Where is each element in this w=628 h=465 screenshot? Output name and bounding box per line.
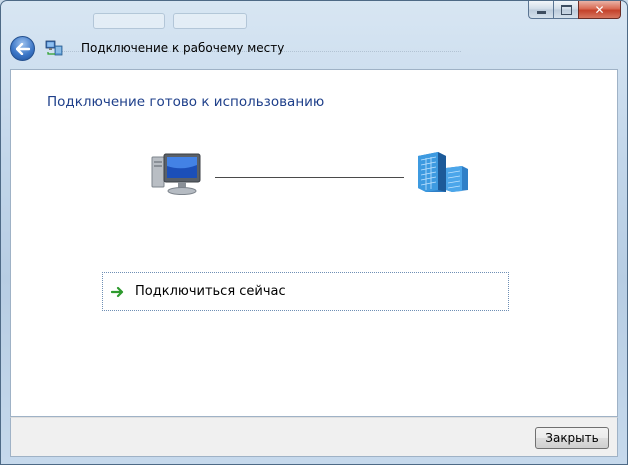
main-content: Подключение готово к использованию Подкл… <box>10 69 618 417</box>
connect-now-option[interactable]: Подключиться сейчас <box>102 272 509 311</box>
computer-icon <box>151 153 201 195</box>
close-button[interactable]: Закрыть <box>535 427 609 449</box>
green-arrow-icon <box>111 286 124 297</box>
minimize-button[interactable] <box>528 1 553 19</box>
maximize-icon <box>560 4 572 15</box>
back-arrow-icon <box>15 42 30 55</box>
back-button[interactable] <box>10 36 35 61</box>
network-connection-icon <box>45 40 63 56</box>
dialog-footer: Закрыть <box>10 417 618 457</box>
page-heading: Подключение готово к использованию <box>47 94 325 110</box>
maximize-button[interactable] <box>553 1 578 19</box>
close-window-button[interactable]: ✕ <box>578 1 621 19</box>
connect-now-label: Подключиться сейчас <box>135 284 286 299</box>
background-ghost-button <box>173 13 247 29</box>
dialog-window: ✕ Подключение к рабочему месту Подключен… <box>0 0 628 465</box>
window-title: Подключение к рабочему месту <box>81 41 285 55</box>
background-ghost-button <box>93 13 165 29</box>
workplace-server-icon <box>418 152 468 192</box>
minimize-icon <box>536 11 546 14</box>
caption-buttons: ✕ <box>528 1 621 19</box>
connection-line <box>215 177 404 178</box>
close-icon: ✕ <box>594 2 605 17</box>
